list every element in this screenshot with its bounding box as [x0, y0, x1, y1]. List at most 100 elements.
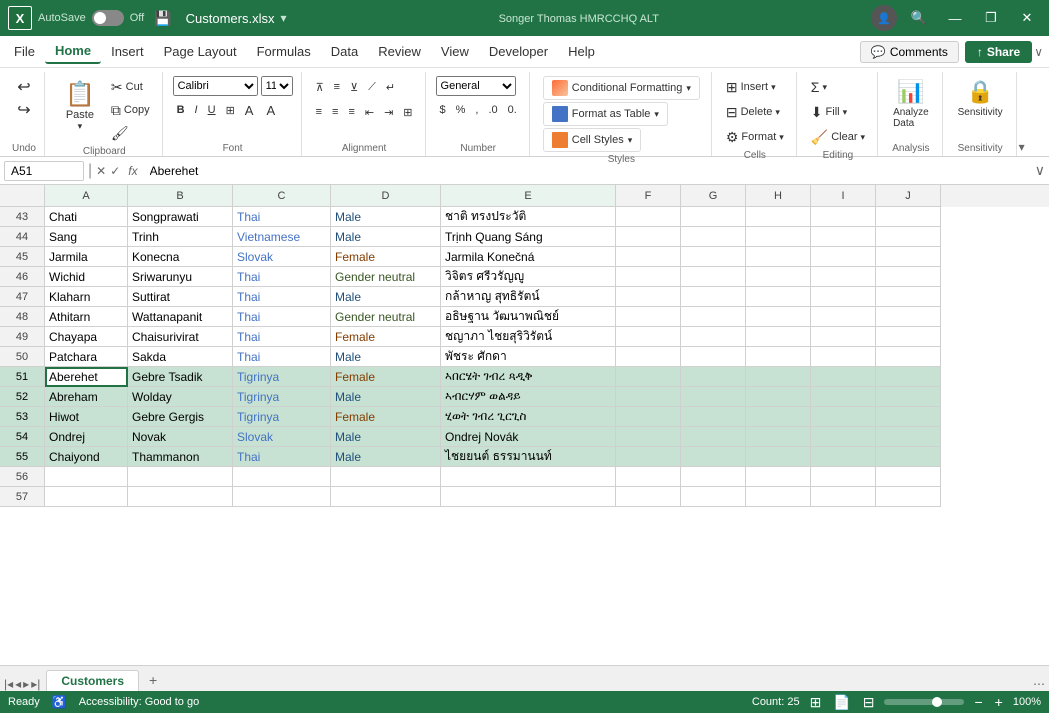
row-header-46[interactable]: 46: [0, 267, 45, 287]
autosave-toggle[interactable]: [92, 10, 124, 26]
col-header-I[interactable]: I: [811, 185, 876, 207]
cell-53-b[interactable]: Gebre Gergis: [128, 407, 233, 427]
fill-button[interactable]: ⬇ Fill ▾: [807, 101, 851, 123]
cell-49-b[interactable]: Chaisurivirat: [128, 327, 233, 347]
cell-43-c[interactable]: Thai: [233, 207, 331, 227]
menu-formulas[interactable]: Formulas: [247, 40, 321, 63]
cell-51-e[interactable]: ኣበርሄት ገብረ ጻዲቅ: [441, 367, 616, 387]
cell-styles-button[interactable]: Cell Styles ▾: [543, 128, 642, 152]
cell-57-h[interactable]: [746, 487, 811, 507]
more-ribbon-icon[interactable]: ▾: [1019, 72, 1025, 156]
cell-50-h[interactable]: [746, 347, 811, 367]
analyze-data-button[interactable]: 📊 AnalyzeData: [888, 76, 934, 132]
zoom-in-button[interactable]: +: [993, 694, 1005, 710]
cell-54-b[interactable]: Novak: [128, 427, 233, 447]
cell-49-d[interactable]: Female: [331, 327, 441, 347]
cell-55-c[interactable]: Thai: [233, 447, 331, 467]
cell-52-j[interactable]: [876, 387, 941, 407]
cell-46-e[interactable]: วิจิตร ศรีวรัญญู: [441, 267, 616, 287]
col-header-E[interactable]: E: [441, 185, 616, 207]
cell-55-i[interactable]: [811, 447, 876, 467]
cell-44-f[interactable]: [616, 227, 681, 247]
align-left-button[interactable]: ≡: [312, 101, 326, 123]
clear-button[interactable]: 🧹 Clear ▾: [807, 126, 869, 148]
cell-56-a[interactable]: [45, 467, 128, 487]
cell-57-g[interactable]: [681, 487, 746, 507]
fat-dropdown-icon[interactable]: ▾: [654, 109, 659, 120]
col-header-J[interactable]: J: [876, 185, 941, 207]
cell-49-g[interactable]: [681, 327, 746, 347]
number-format-select[interactable]: General: [436, 76, 516, 96]
cell-49-j[interactable]: [876, 327, 941, 347]
menu-developer[interactable]: Developer: [479, 40, 558, 63]
cell-55-b[interactable]: Thammanon: [128, 447, 233, 467]
close-button[interactable]: ✕: [1013, 7, 1041, 29]
row-header-54[interactable]: 54: [0, 427, 45, 447]
normal-view-button[interactable]: ⊞: [808, 694, 824, 711]
insert-dropdown[interactable]: ▾: [771, 82, 776, 93]
cell-46-a[interactable]: Wichid: [45, 267, 128, 287]
row-header-49[interactable]: 49: [0, 327, 45, 347]
clear-dropdown[interactable]: ▾: [861, 132, 866, 143]
font-color-button[interactable]: A: [262, 99, 282, 121]
cell-55-g[interactable]: [681, 447, 746, 467]
ribbon-collapse-icon[interactable]: ∨: [1032, 43, 1045, 61]
cell-43-f[interactable]: [616, 207, 681, 227]
cell-46-i[interactable]: [811, 267, 876, 287]
border-button[interactable]: ⊞: [222, 99, 239, 121]
cell-45-h[interactable]: [746, 247, 811, 267]
col-header-D[interactable]: D: [331, 185, 441, 207]
cell-54-d[interactable]: Male: [331, 427, 441, 447]
cell-46-h[interactable]: [746, 267, 811, 287]
cell-51-c[interactable]: Tigrinya: [233, 367, 331, 387]
restore-button[interactable]: ❐: [977, 7, 1005, 29]
cell-57-f[interactable]: [616, 487, 681, 507]
angle-text-button[interactable]: ⟋: [364, 76, 380, 98]
font-family-select[interactable]: Calibri: [173, 76, 258, 96]
cut-button[interactable]: ✂ Cut: [107, 76, 154, 98]
menu-page-layout[interactable]: Page Layout: [154, 40, 247, 63]
cell-56-h[interactable]: [746, 467, 811, 487]
cell-44-a[interactable]: Sang: [45, 227, 128, 247]
cell-55-j[interactable]: [876, 447, 941, 467]
tab-scroll-right-icon[interactable]: ▸|: [31, 677, 40, 691]
cs-dropdown-icon[interactable]: ▾: [628, 135, 633, 146]
cell-46-g[interactable]: [681, 267, 746, 287]
cell-50-d[interactable]: Male: [331, 347, 441, 367]
cell-52-c[interactable]: Tigrinya: [233, 387, 331, 407]
cell-47-c[interactable]: Thai: [233, 287, 331, 307]
percent-button[interactable]: %: [452, 99, 470, 121]
cell-50-f[interactable]: [616, 347, 681, 367]
cell-44-d[interactable]: Male: [331, 227, 441, 247]
cell-57-e[interactable]: [441, 487, 616, 507]
cell-50-j[interactable]: [876, 347, 941, 367]
col-header-A[interactable]: A: [45, 185, 128, 207]
accounting-button[interactable]: $: [436, 99, 450, 121]
cell-48-i[interactable]: [811, 307, 876, 327]
indent-increase-button[interactable]: ⇥: [380, 101, 397, 123]
cell-46-c[interactable]: Thai: [233, 267, 331, 287]
cell-48-j[interactable]: [876, 307, 941, 327]
paste-dropdown-icon[interactable]: ▾: [78, 121, 83, 132]
conditional-formatting-button[interactable]: Conditional Formatting ▾: [543, 76, 700, 100]
cell-44-j[interactable]: [876, 227, 941, 247]
cell-46-b[interactable]: Sriwarunyu: [128, 267, 233, 287]
cell-45-d[interactable]: Female: [331, 247, 441, 267]
format-as-table-button[interactable]: Format as Table ▾: [543, 102, 668, 126]
comments-button[interactable]: 💬 Comments: [860, 41, 959, 63]
indent-decrease-button[interactable]: ⇤: [361, 101, 378, 123]
cell-47-a[interactable]: Klaharn: [45, 287, 128, 307]
page-break-view-button[interactable]: ⊟: [861, 694, 877, 711]
cell-57-d[interactable]: [331, 487, 441, 507]
cell-50-c[interactable]: Thai: [233, 347, 331, 367]
tab-scroll-prev-icon[interactable]: ◂: [15, 677, 21, 691]
increase-decimal-button[interactable]: .0: [484, 99, 501, 121]
cell-50-g[interactable]: [681, 347, 746, 367]
cell-56-b[interactable]: [128, 467, 233, 487]
cell-51-f[interactable]: [616, 367, 681, 387]
cell-43-h[interactable]: [746, 207, 811, 227]
align-center-button[interactable]: ≡: [328, 101, 342, 123]
paste-button[interactable]: 📋 Paste ▾: [55, 76, 105, 136]
cell-54-e[interactable]: Ondrej Novák: [441, 427, 616, 447]
menu-view[interactable]: View: [431, 40, 479, 63]
